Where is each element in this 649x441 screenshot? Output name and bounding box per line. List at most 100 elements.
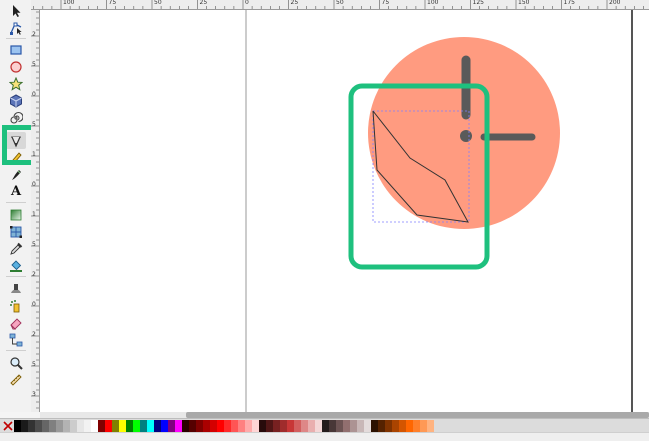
connector-tool[interactable]	[6, 331, 26, 348]
palette-none-swatch[interactable]	[2, 420, 13, 432]
ruler-left-label: 0	[32, 181, 36, 188]
palette-swatch[interactable]	[413, 420, 420, 432]
palette-swatch[interactable]	[105, 420, 112, 432]
palette-swatch[interactable]	[182, 420, 189, 432]
palette-swatch[interactable]	[364, 420, 371, 432]
canvas-drawing	[245, 10, 633, 412]
palette-swatch[interactable]	[238, 420, 245, 432]
rectangle-icon	[10, 44, 22, 55]
palette-swatch[interactable]	[378, 420, 385, 432]
cube-icon	[10, 93, 22, 108]
palette-swatch[interactable]	[14, 420, 21, 432]
text-tool[interactable]: A	[6, 183, 26, 200]
palette-swatch[interactable]	[77, 420, 84, 432]
ruler-left[interactable]: 2505101520253	[31, 10, 40, 412]
palette-swatch[interactable]	[371, 420, 378, 432]
3d-box-tool[interactable]	[6, 92, 26, 109]
palette-swatch[interactable]	[399, 420, 406, 432]
palette-swatch[interactable]	[259, 420, 266, 432]
ruler-top-label: 25	[199, 0, 208, 6]
ruler-left-label: 5	[32, 361, 36, 368]
palette-swatch[interactable]	[357, 420, 364, 432]
mesh-tool[interactable]	[6, 223, 26, 240]
tweak-tool[interactable]	[6, 280, 26, 297]
drawing-canvas[interactable]	[40, 10, 649, 412]
palette-swatch[interactable]	[231, 420, 238, 432]
rectangle-tool[interactable]	[6, 41, 26, 58]
palette-swatch[interactable]	[329, 420, 336, 432]
star-tool[interactable]	[6, 75, 26, 92]
palette-swatch[interactable]	[217, 420, 224, 432]
palette-swatch[interactable]	[385, 420, 392, 432]
palette-swatch[interactable]	[154, 420, 161, 432]
palette-swatch[interactable]	[140, 420, 147, 432]
palette-swatch[interactable]	[392, 420, 399, 432]
eraser-tool[interactable]	[6, 314, 26, 331]
palette-swatch[interactable]	[350, 420, 357, 432]
spiral-icon	[10, 111, 23, 124]
magnifier-icon	[10, 356, 23, 370]
palette-swatch[interactable]	[168, 420, 175, 432]
connector-icon	[9, 333, 23, 346]
palette-swatch[interactable]	[126, 420, 133, 432]
paint-bucket-icon	[10, 259, 22, 272]
palette-swatch[interactable]	[56, 420, 63, 432]
palette-swatch[interactable]	[266, 420, 273, 432]
palette-swatch[interactable]	[35, 420, 42, 432]
spiral-tool[interactable]	[6, 109, 26, 126]
node-tool[interactable]	[6, 19, 26, 36]
palette-swatch[interactable]	[252, 420, 259, 432]
palette-swatch[interactable]	[203, 420, 210, 432]
palette-swatch[interactable]	[343, 420, 350, 432]
palette-swatch[interactable]	[119, 420, 126, 432]
palette-swatch[interactable]	[63, 420, 70, 432]
palette-swatch[interactable]	[210, 420, 217, 432]
measure-tool[interactable]	[6, 371, 26, 388]
palette-swatch[interactable]	[420, 420, 427, 432]
ellipse-tool[interactable]	[6, 58, 26, 75]
palette-swatch[interactable]	[147, 420, 154, 432]
ruler-left-label: 0	[32, 301, 36, 308]
palette-swatch[interactable]	[112, 420, 119, 432]
palette-swatch[interactable]	[175, 420, 182, 432]
palette-swatch[interactable]	[133, 420, 140, 432]
palette-swatch[interactable]	[161, 420, 168, 432]
gradient-tool[interactable]	[6, 206, 26, 223]
palette-swatch[interactable]	[280, 420, 287, 432]
palette-swatch[interactable]	[245, 420, 252, 432]
palette-swatch[interactable]	[189, 420, 196, 432]
paint-bucket-tool[interactable]	[6, 257, 26, 274]
palette-swatch[interactable]	[301, 420, 308, 432]
palette-swatch[interactable]	[196, 420, 203, 432]
palette-swatch[interactable]	[84, 420, 91, 432]
zoom-tool[interactable]	[6, 354, 26, 371]
calligraphy-tool[interactable]	[6, 166, 26, 183]
palette-swatch[interactable]	[406, 420, 413, 432]
palette-swatch[interactable]	[28, 420, 35, 432]
palette-swatch[interactable]	[427, 420, 434, 432]
palette-swatch[interactable]	[322, 420, 329, 432]
ruler-left-label: 1	[32, 211, 36, 218]
palette-swatch[interactable]	[315, 420, 322, 432]
palette-swatch[interactable]	[98, 420, 105, 432]
palette-swatch[interactable]	[42, 420, 49, 432]
palette-swatch[interactable]	[287, 420, 294, 432]
ruler-top-label: 0	[245, 0, 249, 6]
ruler-top-label: 125	[472, 0, 484, 6]
palette-swatch[interactable]	[21, 420, 28, 432]
palette-swatch[interactable]	[224, 420, 231, 432]
palette-swatch[interactable]	[49, 420, 56, 432]
palette-swatch[interactable]	[294, 420, 301, 432]
palette-swatch[interactable]	[70, 420, 77, 432]
palette-swatch[interactable]	[273, 420, 280, 432]
ruler-measure-icon	[10, 373, 22, 386]
palette-swatch[interactable]	[308, 420, 315, 432]
selector-tool[interactable]	[6, 2, 26, 19]
palette-swatch[interactable]	[336, 420, 343, 432]
spray-tool[interactable]	[6, 297, 26, 314]
palette-swatch[interactable]	[91, 420, 98, 432]
dropper-tool[interactable]	[6, 240, 26, 257]
ruler-top[interactable]: 100 75 50 25 0 25 50 75 100 125 150 175 200	[31, 0, 649, 10]
ruler-top-label: 75	[381, 0, 390, 6]
tweak-icon	[11, 283, 21, 293]
